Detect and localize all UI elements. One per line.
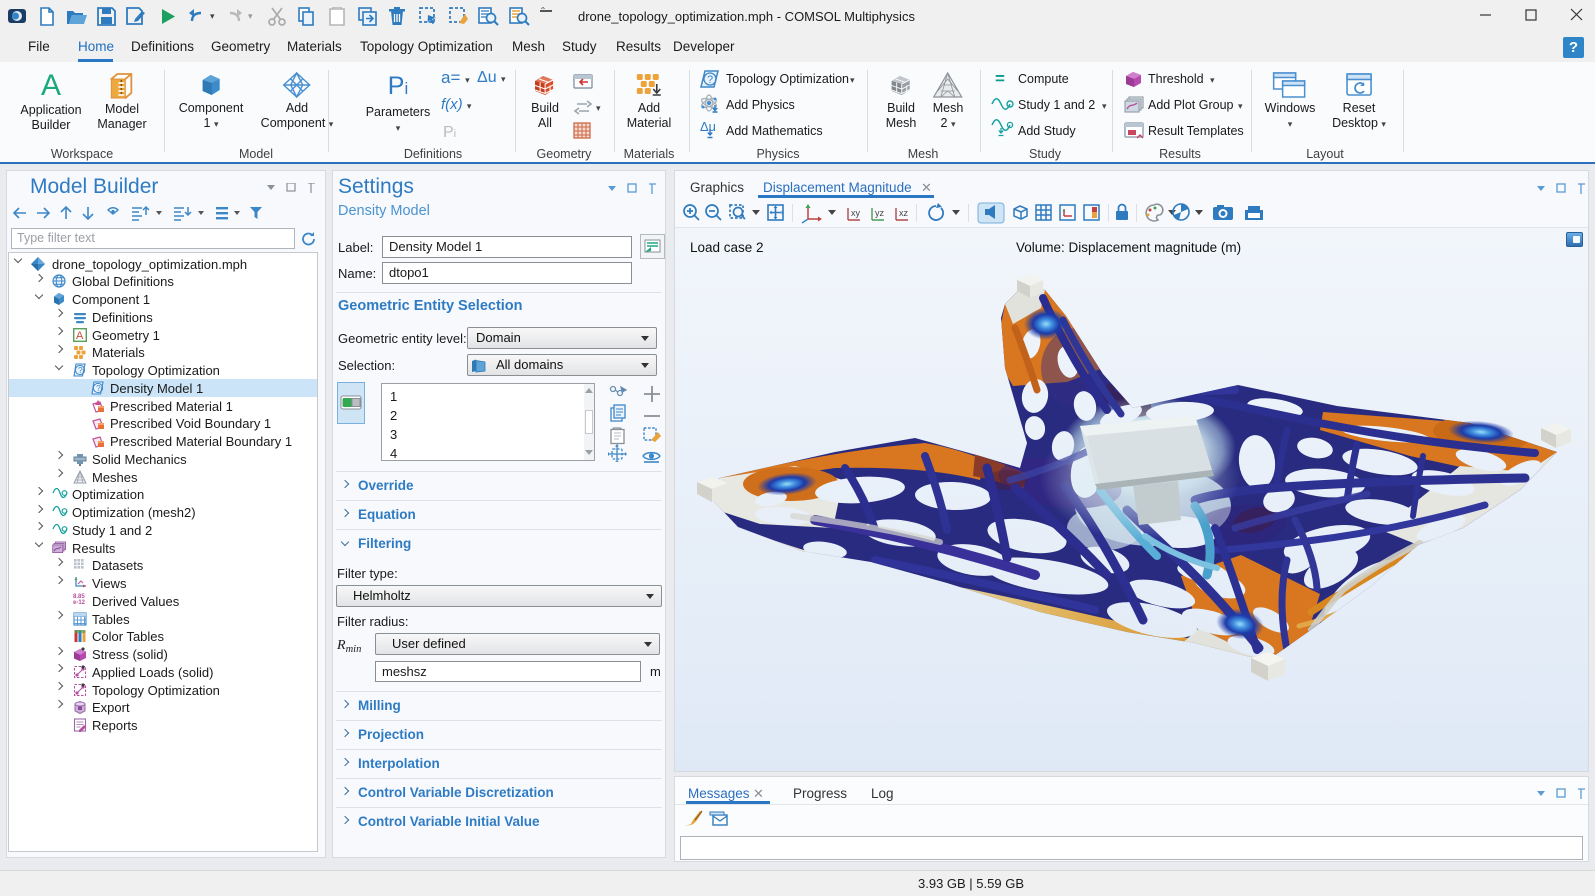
- svg-text:xz: xz: [899, 208, 909, 218]
- svg-text:?: ?: [707, 74, 713, 86]
- svg-text:?: ?: [96, 383, 101, 393]
- svg-text:yz: yz: [875, 208, 885, 218]
- svg-text:A: A: [76, 330, 84, 342]
- svg-text:?: ?: [78, 365, 83, 375]
- svg-text:Δu: Δu: [700, 120, 716, 134]
- svg-text:xy: xy: [851, 208, 861, 218]
